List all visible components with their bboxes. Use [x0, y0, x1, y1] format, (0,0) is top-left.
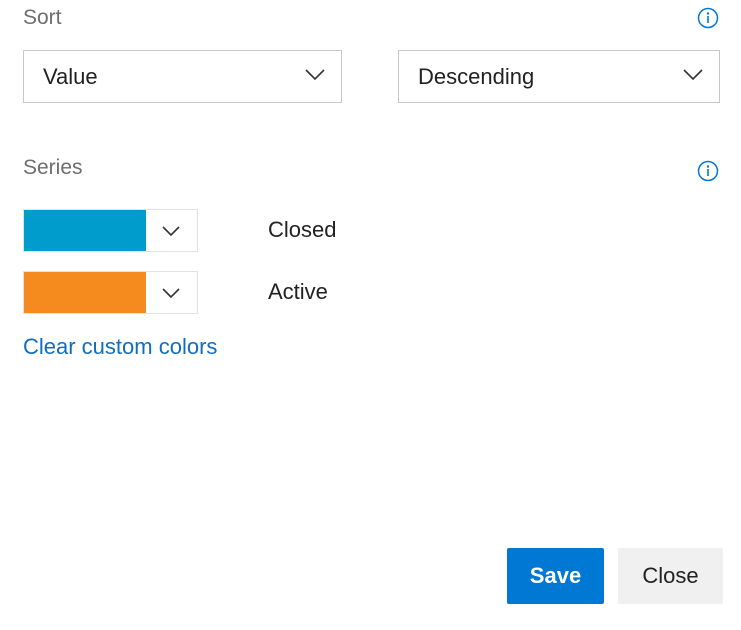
series-name-closed: Closed [268, 217, 337, 242]
sort-info-icon[interactable] [697, 7, 719, 29]
series-color-picker-active[interactable] [23, 271, 198, 314]
sort-direction-dropdown[interactable]: Descending [398, 50, 720, 103]
series-name-active: Active [268, 279, 328, 304]
sort-label: Sort [23, 6, 62, 29]
clear-custom-colors-link[interactable]: Clear custom colors [23, 334, 217, 360]
chevron-down-icon [162, 288, 180, 299]
sort-direction-value: Descending [418, 64, 535, 89]
color-swatch [24, 210, 146, 251]
chevron-down-icon [305, 69, 325, 81]
chevron-down-icon [162, 226, 180, 237]
chart-configuration-panel: Sort Value Descending Series Closed Acti… [0, 0, 741, 630]
sort-field-dropdown[interactable]: Value [23, 50, 342, 103]
sort-field-value: Value [43, 64, 98, 89]
series-label: Series [23, 156, 83, 179]
save-button[interactable]: Save [507, 548, 604, 604]
color-swatch [24, 272, 146, 313]
close-button[interactable]: Close [618, 548, 723, 604]
series-info-icon[interactable] [697, 160, 719, 182]
series-color-picker-closed[interactable] [23, 209, 198, 252]
chevron-down-icon [683, 69, 703, 81]
